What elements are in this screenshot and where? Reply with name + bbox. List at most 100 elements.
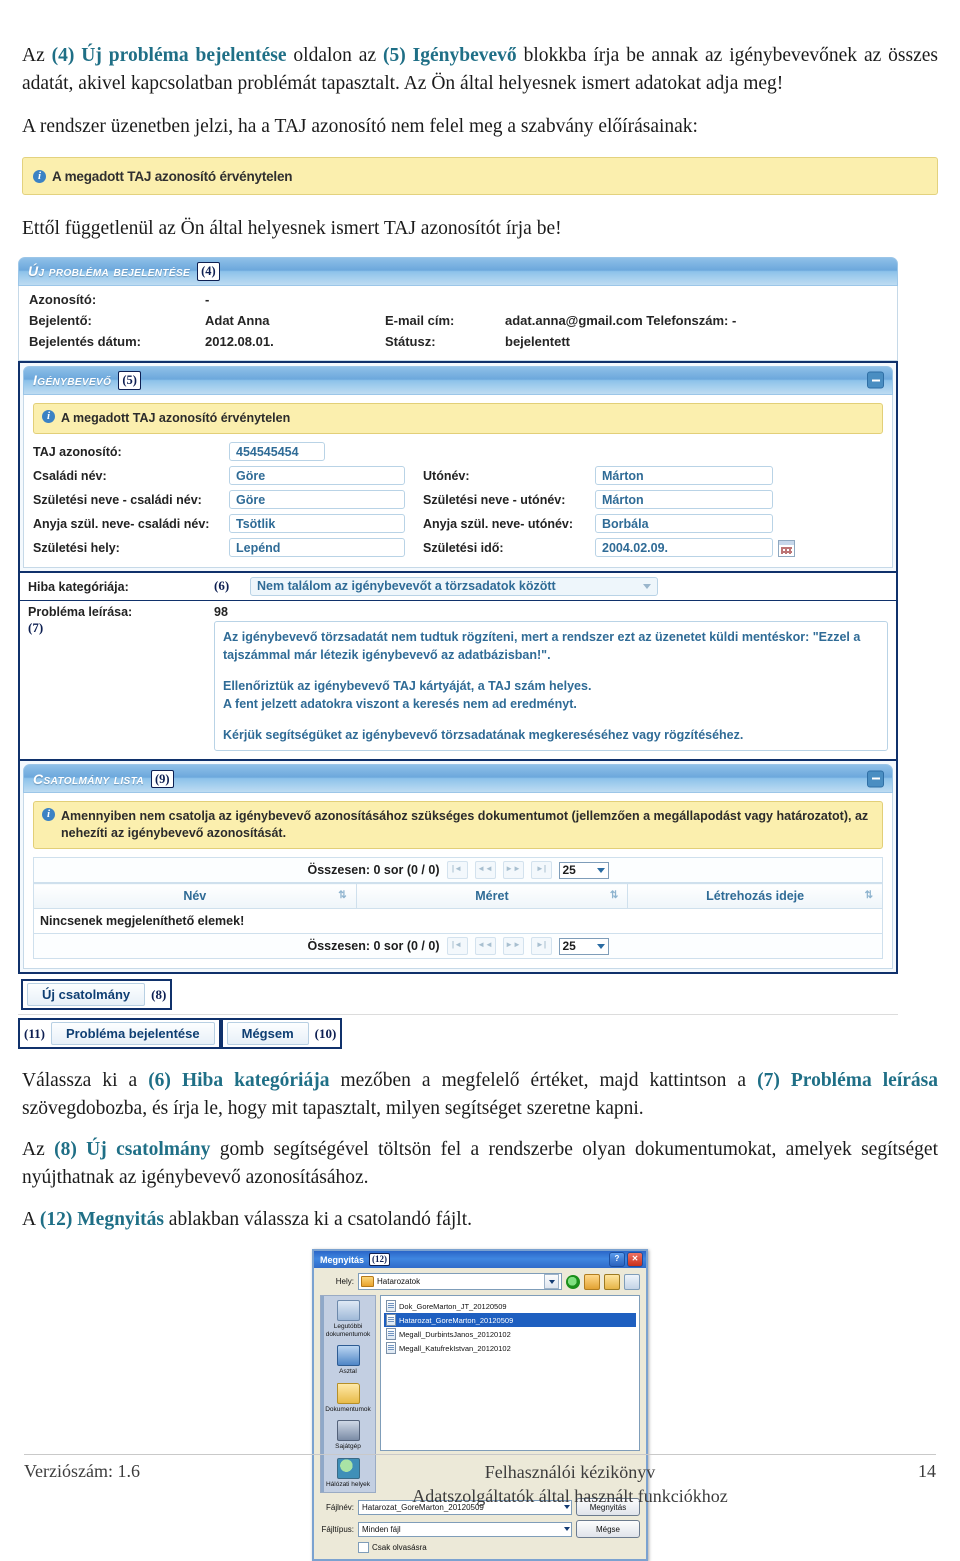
up-one-level-icon[interactable] [584, 1273, 600, 1290]
input-taj[interactable]: 454545454 [229, 441, 325, 461]
submit-problem-button[interactable]: Probléma bejelentése [50, 1022, 215, 1045]
file-type-combo[interactable]: Minden fájl [358, 1521, 572, 1537]
table-header-row: Név ⇅ Méret ⇅ Létrehozás ideje ⇅ [33, 883, 883, 909]
page-size-select-top[interactable]: 25 [558, 861, 609, 879]
meta-label-date: Bejelentés dátum: [29, 333, 141, 349]
sort-icon[interactable]: ⇅ [865, 891, 873, 901]
file-list[interactable]: Dok_GoreMarton_JT_20120509 Hatarozat_Gor… [380, 1295, 640, 1452]
calendar-icon[interactable] [778, 539, 795, 557]
chevron-down-icon[interactable] [564, 1527, 570, 1532]
description-line-2: Ellenőriztük az igénybevevő TAJ kártyájá… [223, 678, 592, 693]
list-item[interactable]: Megall_KatufrekIstvan_20120102 [384, 1341, 636, 1355]
chevron-down-icon[interactable] [544, 1274, 559, 1290]
row-problem-description: Probléma leírása: (7) 98 Az igénybevevő … [20, 601, 896, 760]
choose-seg1: Válassza ki a [22, 1070, 149, 1091]
next-page-button[interactable]: ►► [502, 937, 524, 955]
file-type-label: Fájltípus: [321, 1524, 354, 1534]
first-page-button[interactable]: |◄ [446, 861, 468, 879]
meta-row: Bejelentés dátum: 2012.08.01. Státusz: b… [29, 334, 887, 355]
input-given-name[interactable]: Márton [595, 465, 773, 485]
column-header-size[interactable]: Méret ⇅ [355, 883, 629, 909]
input-birth-place[interactable]: Lepénd [229, 537, 405, 557]
meta-label-email: E-mail cím: [385, 312, 455, 328]
panel-title-new-problem: Új probléma bejelentése [28, 263, 191, 280]
first-page-button[interactable]: |◄ [446, 937, 468, 955]
list-item[interactable]: Megall_DurbintsJanos_20120102 [384, 1327, 636, 1341]
readonly-checkbox[interactable] [358, 1542, 369, 1554]
help-icon[interactable]: ? [609, 1252, 625, 1268]
meta-row: Bejelentő: Adat Anna E-mail cím: adat.an… [29, 313, 887, 334]
close-icon[interactable]: ✕ [627, 1252, 643, 1268]
form-row-names: Családi név: Göre Utónév: Márton [33, 465, 883, 485]
back-icon[interactable] [566, 1274, 580, 1289]
dialog-cancel-button[interactable]: Mégse [576, 1520, 640, 1539]
pager-total-top: Összesen: 0 sor (0 / 0) [307, 863, 440, 877]
paragraph-open-dialog: A (12) Megnyitás ablakban válassza ki a … [22, 1192, 938, 1234]
input-family-name[interactable]: Göre [229, 465, 405, 485]
textarea-problem-description[interactable]: Az igénybevevő törzsadatát nem tudtuk rö… [214, 620, 888, 752]
prev-page-button[interactable]: ◄◄ [474, 861, 496, 879]
info-icon: i [42, 808, 55, 822]
info-icon: i [42, 409, 55, 423]
place-my-computer[interactable]: Sajátgép [322, 1420, 374, 1450]
select-error-category[interactable]: Nem találom az igénybevevőt a törzsadato… [250, 576, 658, 596]
readonly-label: Csak olvasásra [372, 1543, 427, 1553]
new-attachment-button[interactable]: Új csatolmány [27, 983, 146, 1006]
form-row-taj: TAJ azonosító: 454545454 [33, 441, 883, 461]
meta-label-status: Státusz: [385, 333, 436, 349]
callout-12: (12) [369, 1253, 391, 1267]
sort-icon[interactable]: ⇅ [610, 891, 618, 901]
place-recent-documents[interactable]: Legutóbbi dokumentumok [322, 1300, 374, 1338]
callout-4: (4) [197, 262, 220, 281]
form-row-mother-names: Anyja szül. neve- családi név: Tsötlik A… [33, 513, 883, 533]
my-computer-icon [336, 1420, 360, 1442]
input-birth-date[interactable]: 2004.02.09. [595, 537, 773, 557]
next-page-button[interactable]: ►► [502, 861, 524, 879]
footer-title-line2: Adatszolgáltatók által használt funkciók… [412, 1485, 728, 1506]
column-header-created[interactable]: Létrehozás ideje ⇅ [627, 883, 883, 909]
info-banner-text: A megadott TAJ azonosító érvénytelen [52, 168, 293, 184]
page-size-select-bottom[interactable]: 25 [558, 937, 609, 955]
chevron-down-icon [596, 943, 605, 949]
beneficiary-info-banner: i A megadott TAJ azonosító érvénytelen [33, 402, 883, 434]
last-page-button[interactable]: ►| [530, 937, 552, 955]
attachment-panel-body: i Amennyiben nem csatolja az igénybevevő… [23, 793, 893, 969]
form-row-birth-names: Születési neve - családi név: Göre Szüle… [33, 489, 883, 509]
open-dialog-screenshot: Megnyitás (12) ? ✕ Hely: Hatarozatok Leg… [0, 1249, 960, 1561]
document-page: Az (4) Új probléma bejelentése oldalon a… [0, 0, 960, 1561]
collapse-icon-attachments[interactable] [867, 770, 884, 788]
list-item[interactable]: Hatarozat_GoreMarton_20120509 [384, 1313, 636, 1328]
column-label-created: Létrehozás ideje [706, 889, 805, 903]
callout-8: (8) [151, 986, 167, 1002]
cancel-button[interactable]: Mégsem [226, 1022, 309, 1045]
last-page-button[interactable]: ►| [530, 861, 552, 879]
file-name: Dok_GoreMarton_JT_20120509 [399, 1301, 507, 1311]
form-row-birth-place-date: Születési hely: Lepénd Születési idő: 20… [33, 537, 883, 557]
place-desktop[interactable]: Asztal [322, 1345, 374, 1375]
input-birth-given-name[interactable]: Márton [595, 489, 773, 509]
place-label: Sajátgép [335, 1443, 361, 1451]
collapse-icon-beneficiary[interactable] [867, 371, 884, 389]
pager-top: Összesen: 0 sor (0 / 0) |◄ ◄◄ ►► ►| 25 [33, 857, 883, 883]
prev-page-button[interactable]: ◄◄ [474, 937, 496, 955]
meta-value-date: 2012.08.01. [205, 333, 274, 349]
input-mother-given-name[interactable]: Borbála [595, 513, 773, 533]
column-header-name[interactable]: Név ⇅ [33, 883, 357, 909]
highlight-box-cancel: Mégsem (10) [220, 1018, 343, 1049]
input-mother-family-name[interactable]: Tsötlik [229, 513, 405, 533]
info-banner-taj-invalid: i A megadott TAJ azonosító érvénytelen [22, 157, 938, 196]
input-birth-family-name[interactable]: Göre [229, 489, 405, 509]
views-icon[interactable] [624, 1273, 640, 1290]
sort-icon[interactable]: ⇅ [338, 891, 346, 901]
file-name: Megall_DurbintsJanos_20120102 [399, 1329, 511, 1339]
new-folder-icon[interactable] [604, 1273, 620, 1290]
place-documents[interactable]: Dokumentumok [322, 1382, 374, 1413]
description-main-column: 98 Az igénybevevő törzsadatát nem tudtuk… [214, 605, 888, 752]
list-item[interactable]: Dok_GoreMarton_JT_20120509 [384, 1299, 636, 1313]
recent-documents-icon [336, 1300, 360, 1322]
footer-version: Verziószám: 1.6 [24, 1461, 140, 1482]
look-in-combo[interactable]: Hatarozatok [358, 1273, 562, 1291]
file-name: Hatarozat_GoreMarton_20120509 [399, 1315, 514, 1325]
open-seg2: ablakban válassza ki a csatolandó fájlt. [163, 1208, 473, 1230]
label-birth-date: Születési idő: [423, 540, 504, 555]
